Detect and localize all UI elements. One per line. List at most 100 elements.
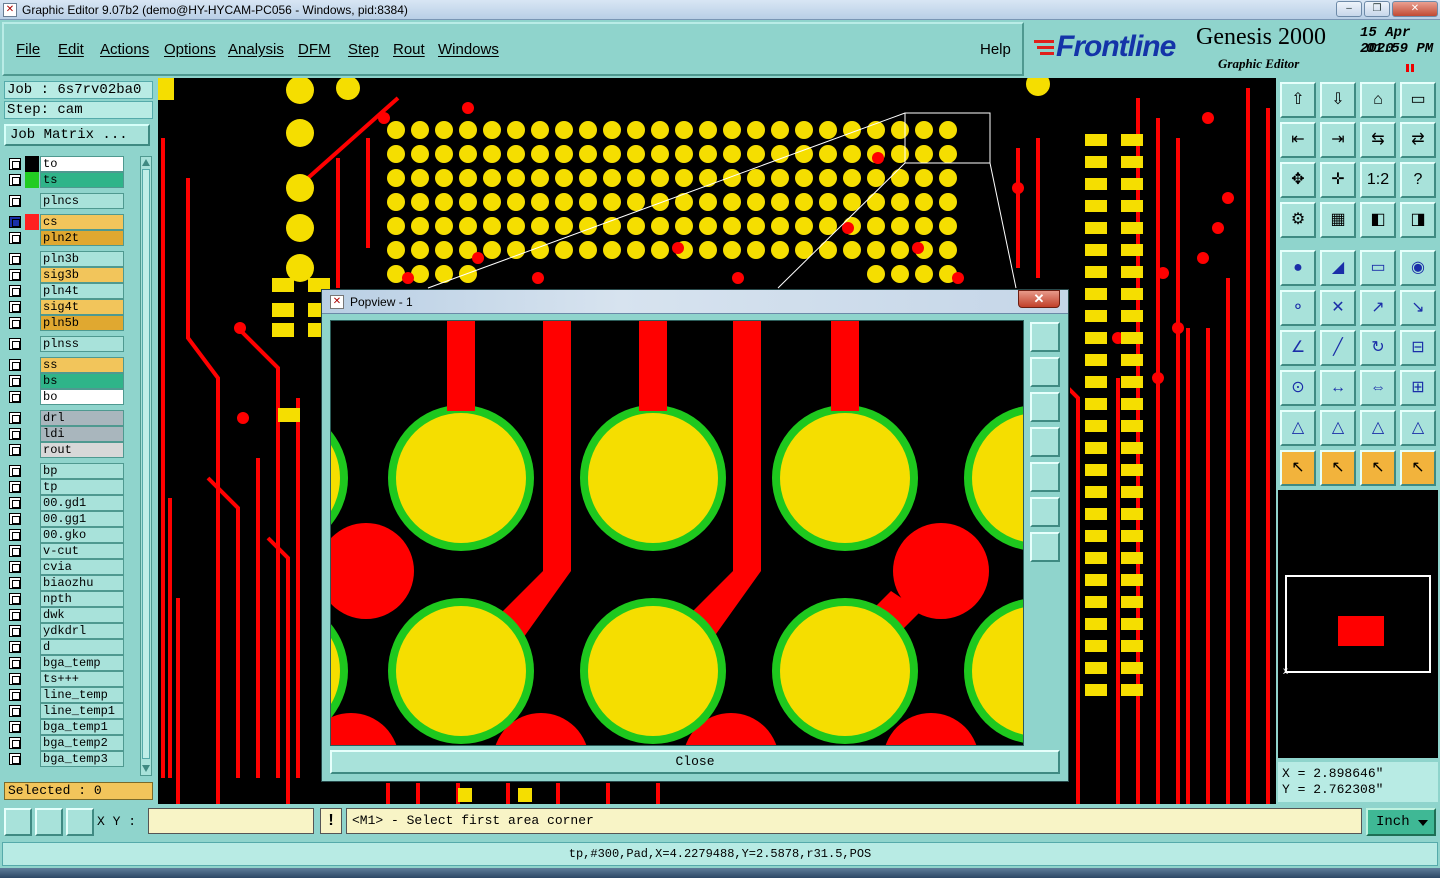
layer-name[interactable]: 00.gko xyxy=(40,527,124,543)
layer-name[interactable]: pln2t xyxy=(40,230,124,246)
layer-checkbox[interactable] xyxy=(9,253,21,265)
layer-row[interactable]: tp xyxy=(4,479,138,495)
close-window-button[interactable]: ✕ xyxy=(1392,1,1438,17)
popview-pan-down-icon[interactable] xyxy=(1030,392,1060,422)
layer-name[interactable]: v-cut xyxy=(40,543,124,559)
layer-checkbox[interactable] xyxy=(9,428,21,440)
layer-color-swatch[interactable] xyxy=(25,543,39,559)
layer-row[interactable]: plnss xyxy=(4,336,138,352)
layer-checkbox[interactable] xyxy=(9,359,21,371)
layer-checkbox[interactable] xyxy=(9,737,21,749)
layer-name[interactable]: ts+++ xyxy=(40,671,124,687)
overview-map[interactable]: x xyxy=(1278,490,1438,758)
layer-checkbox[interactable] xyxy=(9,269,21,281)
layer-row[interactable]: ldi xyxy=(4,426,138,442)
fill-icon[interactable]: ⊟ xyxy=(1400,330,1436,366)
triangle-up-icon[interactable]: △ xyxy=(1320,410,1356,446)
layer-name[interactable]: pln5b xyxy=(40,315,124,331)
scroll-down-icon[interactable] xyxy=(142,765,150,773)
open-icon[interactable]: ⇧ xyxy=(1280,82,1316,118)
layer-row[interactable]: bs xyxy=(4,373,138,389)
layer-name[interactable]: tp xyxy=(40,479,124,495)
layer-name[interactable]: plnss xyxy=(40,336,124,352)
layer-name[interactable]: ldi xyxy=(40,426,124,442)
layer-row[interactable]: ts xyxy=(4,172,138,188)
swap-icon[interactable]: ⇄ xyxy=(1400,122,1436,158)
layer-row[interactable]: biaozhu xyxy=(4,575,138,591)
zoom-area-icon[interactable] xyxy=(4,808,32,836)
popview-zoom-out-icon[interactable] xyxy=(1030,532,1060,562)
popview-pan-left-icon[interactable] xyxy=(1030,427,1060,457)
layer-color-swatch[interactable] xyxy=(25,283,39,299)
arc-icon[interactable]: ↻ xyxy=(1360,330,1396,366)
pad-icon[interactable]: ● xyxy=(1280,250,1316,286)
layer-color-swatch[interactable] xyxy=(25,251,39,267)
window-icon[interactable]: ▭ xyxy=(1400,82,1436,118)
popview-titlebar[interactable]: ✕ Popview - 1 ✕ xyxy=(322,290,1068,314)
ruler-icon[interactable]: ▭ xyxy=(1360,250,1396,286)
layer-name[interactable]: plncs xyxy=(40,193,124,209)
layer-row[interactable]: sig4t xyxy=(4,299,138,315)
layer-name[interactable]: sig3b xyxy=(40,267,124,283)
layer-name[interactable]: cs xyxy=(40,214,124,230)
layer-checkbox[interactable] xyxy=(9,529,21,541)
layer-row[interactable]: plncs xyxy=(4,193,138,209)
line-icon[interactable]: ◢ xyxy=(1320,250,1356,286)
layer-name[interactable]: 00.gg1 xyxy=(40,511,124,527)
menu-options[interactable]: Options xyxy=(164,41,216,58)
grid-icon[interactable]: ▦ xyxy=(1320,202,1356,238)
mirror-icon[interactable]: ⇆ xyxy=(1360,122,1396,158)
layer-row[interactable]: drl xyxy=(4,410,138,426)
layer-checkbox[interactable] xyxy=(9,232,21,244)
layer-red-icon[interactable]: ◧ xyxy=(1360,202,1396,238)
center-icon[interactable]: ✛ xyxy=(1320,162,1356,198)
scroll-thumb[interactable] xyxy=(142,169,150,759)
layer-color-swatch[interactable] xyxy=(25,172,39,188)
layer-row[interactable]: dwk xyxy=(4,607,138,623)
popview-zoom-in-icon[interactable] xyxy=(1030,497,1060,527)
layer-row[interactable]: pln3b xyxy=(4,251,138,267)
layer-checkbox[interactable] xyxy=(9,444,21,456)
layer-checkbox[interactable] xyxy=(9,561,21,573)
circle-icon[interactable]: ◉ xyxy=(1400,250,1436,286)
layer-color-swatch[interactable] xyxy=(25,495,39,511)
layer-name[interactable]: ss xyxy=(40,357,124,373)
layer-checkbox[interactable] xyxy=(9,609,21,621)
layer-row[interactable]: pln5b xyxy=(4,315,138,331)
layer-row[interactable]: line_temp1 xyxy=(4,703,138,719)
layer-name[interactable]: dwk xyxy=(40,607,124,623)
layer-row[interactable]: bga_temp1 xyxy=(4,719,138,735)
menu-edit[interactable]: Edit xyxy=(58,41,84,58)
menu-step[interactable]: Step xyxy=(348,41,379,58)
layer-color-swatch[interactable] xyxy=(25,357,39,373)
layer-color-swatch[interactable] xyxy=(25,703,39,719)
layer-name[interactable]: to xyxy=(40,156,124,172)
popview-pan-up-icon[interactable] xyxy=(1030,357,1060,387)
layer-row[interactable]: d xyxy=(4,639,138,655)
menu-help[interactable]: Help xyxy=(980,41,1011,58)
layer-checkbox[interactable] xyxy=(9,465,21,477)
layer-name[interactable]: rout xyxy=(40,442,124,458)
layer-checkbox[interactable] xyxy=(9,375,21,387)
layer-checkbox[interactable] xyxy=(9,301,21,313)
connect-icon[interactable]: ⚬ xyxy=(1280,290,1316,326)
maximize-button[interactable]: ❐ xyxy=(1364,1,1390,17)
layer-checkbox[interactable] xyxy=(9,673,21,685)
menu-dfm[interactable]: DFM xyxy=(298,41,331,58)
zoom-1-2-icon[interactable]: 1:2 xyxy=(1360,162,1396,198)
layer-color-swatch[interactable] xyxy=(25,315,39,331)
layer-name[interactable]: bga_temp2 xyxy=(40,735,124,751)
layer-color-swatch[interactable] xyxy=(25,299,39,315)
menu-actions[interactable]: Actions xyxy=(100,41,149,58)
layer-checkbox[interactable] xyxy=(9,481,21,493)
window-titlebar[interactable]: ✕ Graphic Editor 9.07b2 (demo@HY-HYCAM-P… xyxy=(0,0,1440,20)
layer-checkbox[interactable] xyxy=(9,216,21,228)
angle-icon[interactable]: ∠ xyxy=(1280,330,1316,366)
layer-color-swatch[interactable] xyxy=(25,442,39,458)
layer-name[interactable]: bga_temp3 xyxy=(40,751,124,767)
pointer-circle-icon[interactable]: ↖ xyxy=(1360,450,1396,486)
layer-name[interactable]: sig4t xyxy=(40,299,124,315)
layer-checkbox[interactable] xyxy=(9,174,21,186)
layer-row[interactable]: npth xyxy=(4,591,138,607)
layer-name[interactable]: bs xyxy=(40,373,124,389)
